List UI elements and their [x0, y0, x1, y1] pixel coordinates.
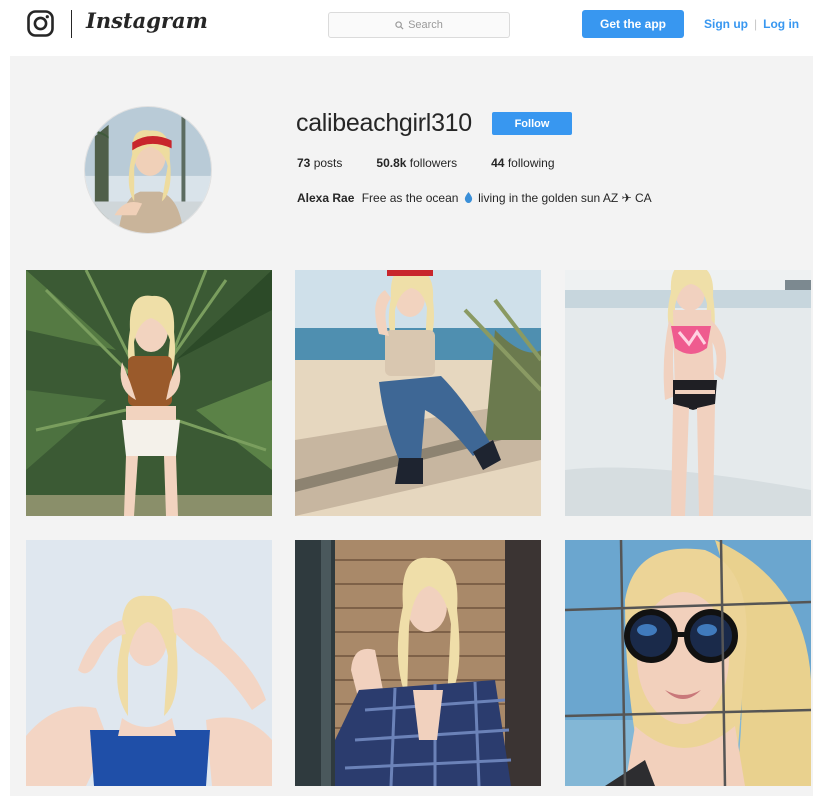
top-navigation-bar: Instagram Search Get the app Sign up | L…	[0, 0, 813, 52]
avatar-photo	[85, 107, 211, 233]
followers-label: followers	[409, 156, 458, 170]
auth-separator: |	[754, 17, 758, 31]
sign-up-link[interactable]: Sign up	[704, 17, 748, 31]
following-label: following	[507, 156, 555, 170]
log-in-link[interactable]: Log in	[763, 17, 799, 31]
profile-full-name: Alexa Rae	[297, 191, 355, 205]
follow-button[interactable]: Follow	[492, 112, 572, 135]
post-photo-palm-tree	[26, 270, 272, 516]
posts-label: posts	[313, 156, 343, 170]
post-photo-brick-wall	[295, 540, 541, 786]
post-photo-sunglasses-fence	[565, 540, 811, 786]
instagram-wordmark[interactable]: Instagram	[86, 8, 208, 33]
following-stat[interactable]: 44 following	[491, 156, 554, 170]
posts-stat: 73 posts	[297, 156, 342, 170]
search-icon	[395, 20, 404, 30]
profile-avatar[interactable]	[84, 106, 212, 234]
profile-page: calibeachgirl310 Follow 73 posts 50.8k f…	[10, 56, 813, 796]
post-thumbnail[interactable]	[26, 270, 272, 516]
post-photo-white-wall	[26, 540, 272, 786]
followers-count: 50.8k	[376, 156, 407, 170]
post-thumbnail[interactable]	[295, 270, 541, 516]
water-drop-icon	[464, 192, 472, 203]
logo-divider	[71, 10, 72, 38]
post-thumbnail[interactable]	[565, 270, 811, 516]
following-count: 44	[491, 156, 505, 170]
post-thumbnail[interactable]	[26, 540, 272, 786]
bio-text-part1: Free as the ocean	[361, 191, 459, 205]
bio-text-part2: living in the golden sun AZ ✈ CA	[478, 191, 652, 205]
instagram-camera-icon[interactable]	[27, 10, 54, 37]
followers-stat[interactable]: 50.8k followers	[376, 156, 457, 170]
auth-links: Sign up | Log in	[704, 17, 799, 31]
search-placeholder: Search	[408, 19, 443, 31]
post-thumbnail[interactable]	[295, 540, 541, 786]
post-thumbnail[interactable]	[565, 540, 811, 786]
profile-username: calibeachgirl310	[296, 109, 472, 137]
search-input[interactable]: Search	[328, 12, 510, 38]
get-the-app-button[interactable]: Get the app	[582, 10, 684, 38]
profile-stats: 73 posts 50.8k followers 44 following	[297, 156, 589, 170]
profile-bio: Alexa Rae Free as the ocean living in th…	[297, 191, 652, 205]
post-photo-beach-fence	[295, 270, 541, 516]
post-photo-beach-bikini	[565, 270, 811, 516]
posts-count: 73	[297, 156, 311, 170]
